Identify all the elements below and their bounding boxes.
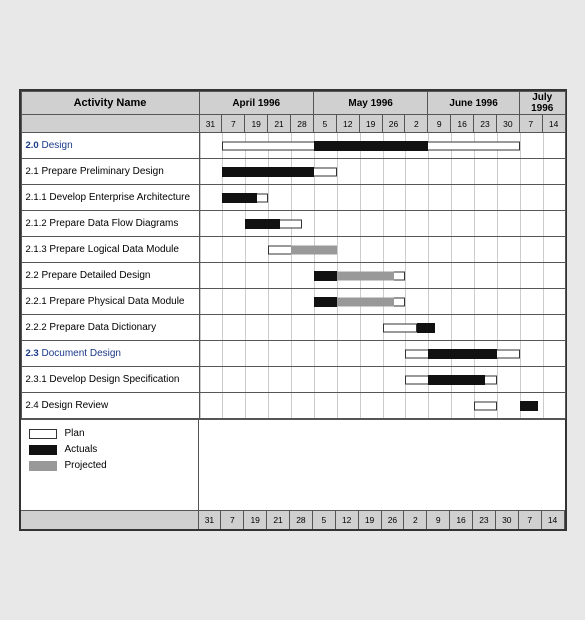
activity-col-header: Activity Name bbox=[21, 92, 199, 115]
activity-label: 2.2 Prepare Detailed Design bbox=[21, 263, 199, 289]
gantt-row-10 bbox=[199, 393, 565, 419]
bottom-day-cell: 14 bbox=[542, 511, 565, 529]
bottom-day-cell: 19 bbox=[244, 511, 267, 529]
bar-plan bbox=[222, 193, 268, 202]
bar-actual bbox=[417, 323, 435, 333]
activity-label: 2.1.3 Prepare Logical Data Module bbox=[21, 237, 199, 263]
bar-plan bbox=[222, 167, 336, 176]
day-header: 23 bbox=[474, 115, 497, 133]
bar-plan bbox=[405, 349, 519, 358]
day-header: 28 bbox=[291, 115, 314, 133]
day-header: 16 bbox=[451, 115, 474, 133]
legend-projected-box bbox=[29, 461, 57, 471]
bottom-day-cell: 28 bbox=[290, 511, 313, 529]
gantt-row-6 bbox=[199, 289, 565, 315]
bar-plan bbox=[222, 141, 519, 150]
gantt-row-3 bbox=[199, 211, 565, 237]
bar-projected bbox=[337, 271, 394, 280]
bar-actual bbox=[222, 193, 256, 203]
day-header: 26 bbox=[382, 115, 405, 133]
bar-plan bbox=[314, 297, 406, 306]
bar-projected bbox=[291, 245, 337, 254]
bar-plan bbox=[245, 219, 302, 228]
bottom-day-cell: 7 bbox=[519, 511, 542, 529]
legend-plan: Plan bbox=[29, 428, 190, 439]
gantt-row-9 bbox=[199, 367, 565, 393]
bar-plan bbox=[314, 271, 406, 280]
legend-projected: Projected bbox=[29, 460, 190, 471]
day-header: 9 bbox=[428, 115, 451, 133]
activity-label: 2.2.1 Prepare Physical Data Module bbox=[21, 289, 199, 315]
activity-label: 2.3.1 Develop Design Specification bbox=[21, 367, 199, 393]
june-header: June 1996 bbox=[428, 92, 520, 115]
gantt-row-0 bbox=[199, 133, 565, 159]
activity-label: 2.3 Document Design bbox=[21, 341, 199, 367]
bottom-day-cell: 23 bbox=[473, 511, 496, 529]
bar-actual bbox=[520, 401, 538, 411]
bar-actual bbox=[428, 375, 485, 385]
gantt-row-2 bbox=[199, 185, 565, 211]
activity-label: 2.1.2 Prepare Data Flow Diagrams bbox=[21, 211, 199, 237]
bottom-day-cell: 19 bbox=[359, 511, 382, 529]
bottom-day-cell: 2 bbox=[404, 511, 427, 529]
day-header: 7 bbox=[222, 115, 245, 133]
day-header: 5 bbox=[313, 115, 336, 133]
activity-label: 2.4 Design Review bbox=[21, 393, 199, 419]
day-header: 30 bbox=[496, 115, 519, 133]
activity-label: 2.1 Prepare Preliminary Design bbox=[21, 159, 199, 185]
activity-label: 2.2.2 Prepare Data Dictionary bbox=[21, 315, 199, 341]
bottom-day-cell: 7 bbox=[221, 511, 244, 529]
bar-actual bbox=[428, 349, 497, 359]
gantt-row-4 bbox=[199, 237, 565, 263]
bottom-day-cell: 12 bbox=[336, 511, 359, 529]
bottom-day-cell: 16 bbox=[450, 511, 473, 529]
day-header: 14 bbox=[542, 115, 565, 133]
legend-actuals-label: Actuals bbox=[65, 444, 98, 455]
july-header: July 1996 bbox=[519, 92, 565, 115]
gantt-row-5 bbox=[199, 263, 565, 289]
bottom-day-cell: 21 bbox=[267, 511, 290, 529]
bar-plan bbox=[383, 323, 417, 332]
bar-projected bbox=[337, 297, 394, 306]
bar-actual bbox=[245, 219, 279, 229]
day-header: 21 bbox=[268, 115, 291, 133]
gantt-row-8 bbox=[199, 341, 565, 367]
bar-actual bbox=[314, 297, 337, 307]
day-header: 12 bbox=[336, 115, 359, 133]
bar-actual bbox=[314, 141, 428, 151]
bottom-day-cell: 9 bbox=[427, 511, 450, 529]
bar-plan bbox=[405, 375, 497, 384]
bottom-day-cell: 31 bbox=[199, 511, 222, 529]
day-header: 7 bbox=[519, 115, 542, 133]
bar-actual bbox=[222, 167, 314, 177]
legend-actuals-box bbox=[29, 445, 57, 455]
gantt-row-7 bbox=[199, 315, 565, 341]
activity-label: 2.1.1 Develop Enterprise Architecture bbox=[21, 185, 199, 211]
day-header: 19 bbox=[245, 115, 268, 133]
day-header: 2 bbox=[405, 115, 428, 133]
bottom-day-cell: 26 bbox=[382, 511, 405, 529]
may-header: May 1996 bbox=[313, 92, 427, 115]
bar-plan bbox=[268, 245, 337, 254]
legend-actuals: Actuals bbox=[29, 444, 190, 455]
gantt-row-1 bbox=[199, 159, 565, 185]
day-header: 31 bbox=[199, 115, 222, 133]
april-header: April 1996 bbox=[199, 92, 313, 115]
day-header: 19 bbox=[359, 115, 382, 133]
legend-plan-box bbox=[29, 429, 57, 439]
bar-plan bbox=[474, 401, 497, 410]
legend-projected-label: Projected bbox=[65, 460, 107, 471]
bar-actual bbox=[314, 271, 337, 281]
activity-label: 2.0 Design bbox=[21, 133, 199, 159]
bottom-day-cell: 30 bbox=[496, 511, 519, 529]
bottom-day-cell: 5 bbox=[313, 511, 336, 529]
legend-plan-label: Plan bbox=[65, 428, 85, 439]
